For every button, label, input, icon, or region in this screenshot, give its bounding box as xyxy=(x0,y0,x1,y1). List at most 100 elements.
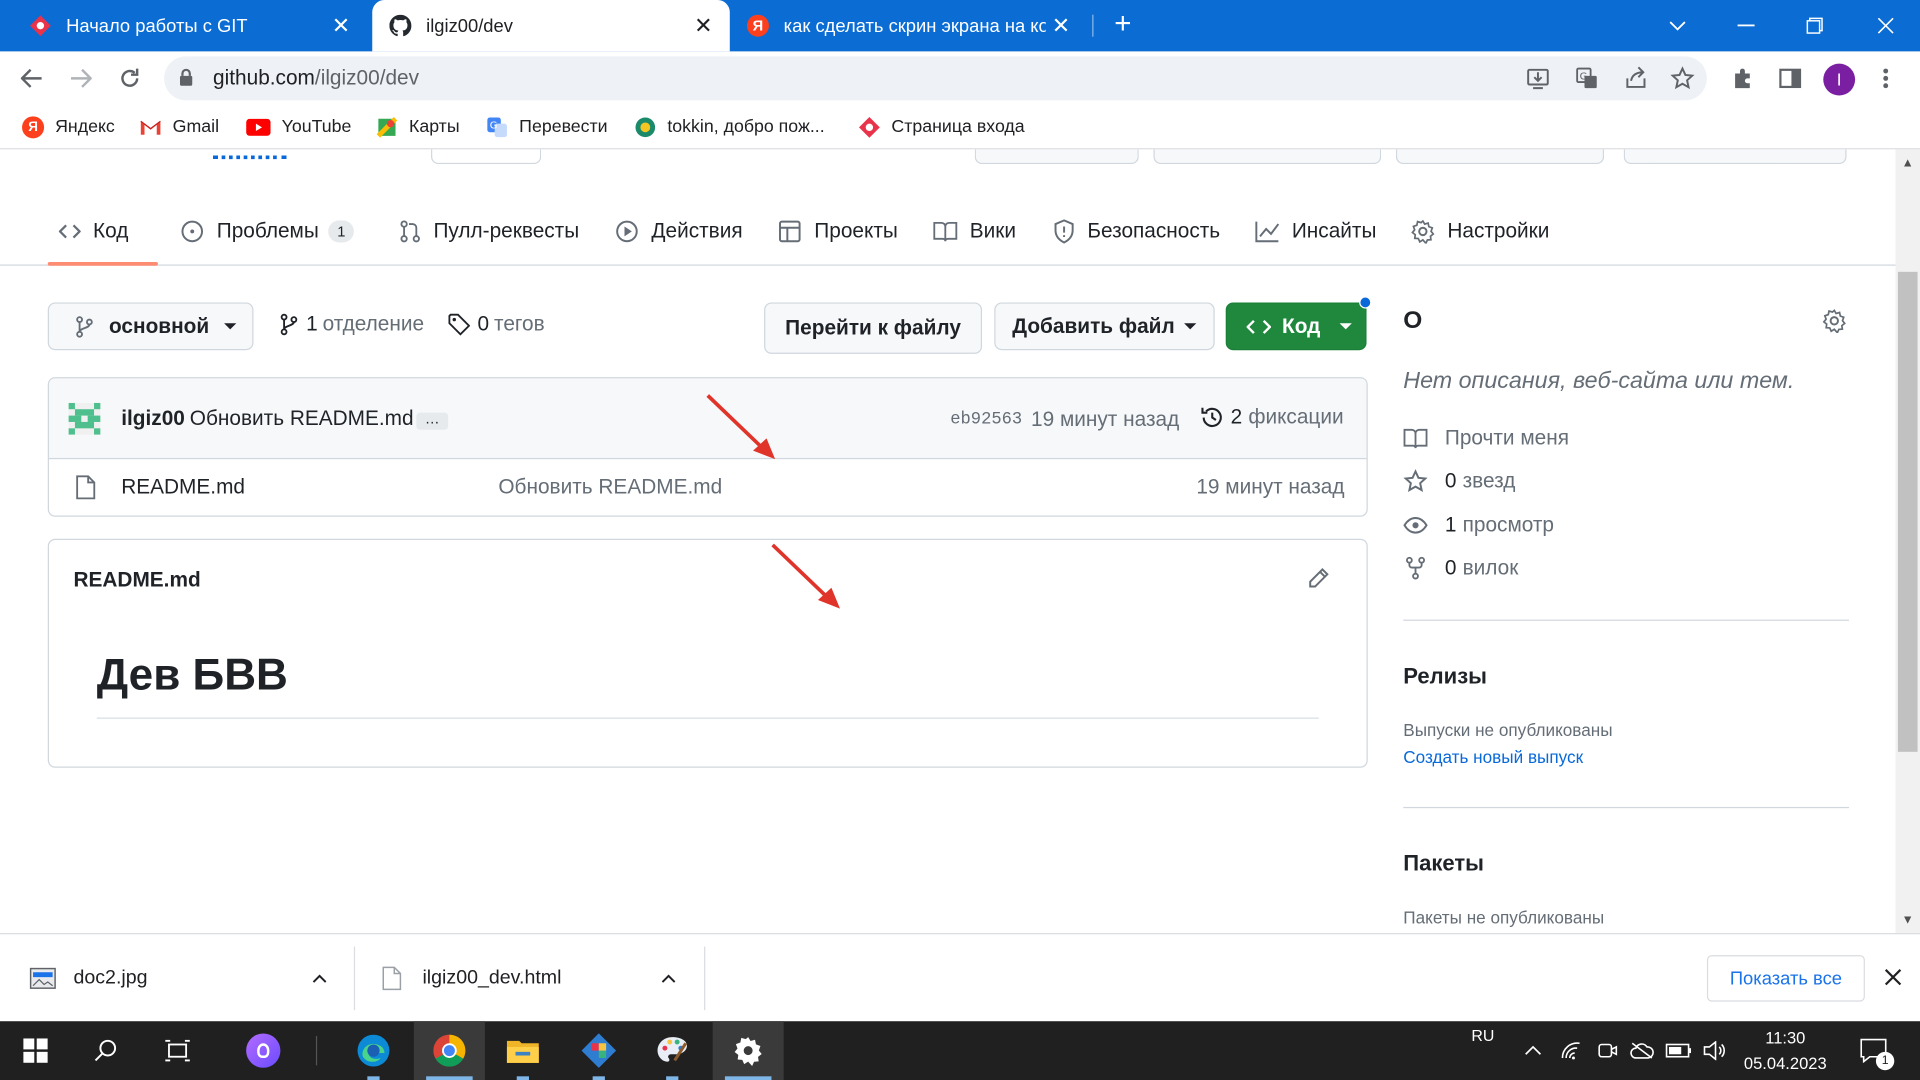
settings-button[interactable] xyxy=(712,1021,784,1080)
file-commit-message[interactable]: Обновить README.md xyxy=(498,475,722,499)
heading-divider xyxy=(96,717,1319,719)
tab-insights[interactable]: Инсайты xyxy=(1255,213,1376,250)
fork-button-fragment[interactable] xyxy=(1395,149,1605,165)
start-button[interactable] xyxy=(0,1021,71,1080)
add-file-button[interactable]: Добавить файл xyxy=(994,302,1215,351)
tab-pull-requests[interactable]: Пулл-реквесты xyxy=(399,213,579,250)
branch-selector[interactable]: основной xyxy=(47,302,254,351)
code-button[interactable]: Код xyxy=(1225,302,1367,351)
close-download-bar-icon[interactable] xyxy=(1884,969,1902,992)
download-item[interactable]: doc2.jpg xyxy=(29,934,335,1022)
page-scrollbar[interactable]: ▲ ▼ xyxy=(1895,149,1920,934)
edge-button[interactable] xyxy=(338,1021,409,1080)
tab-settings[interactable]: Настройки xyxy=(1411,213,1549,250)
readme-filename[interactable]: README.md xyxy=(73,568,200,592)
chrome-button[interactable] xyxy=(413,1021,485,1080)
cloud-icon[interactable] xyxy=(1626,1021,1658,1080)
show-all-downloads-button[interactable]: Показать все xyxy=(1706,955,1865,1002)
avatar[interactable] xyxy=(68,402,101,435)
minimize-icon[interactable] xyxy=(1712,0,1781,51)
pin-button-fragment[interactable] xyxy=(974,149,1139,165)
forward-button[interactable] xyxy=(64,61,98,95)
close-icon[interactable]: ✕ xyxy=(1052,13,1070,37)
tags-link[interactable]: 0 тегов xyxy=(448,312,545,336)
tab-issues[interactable]: Проблемы 1 xyxy=(180,213,354,250)
image-file-icon xyxy=(29,967,56,989)
back-button[interactable] xyxy=(15,61,49,95)
bookmark-tokkin[interactable]: tokkin, добро пож... xyxy=(634,115,825,139)
install-app-icon[interactable] xyxy=(1523,64,1552,93)
bookmark-gmail[interactable]: Gmail xyxy=(140,115,219,139)
readme-link[interactable]: Прочти меня xyxy=(1403,426,1569,450)
repo-name-fragment xyxy=(213,149,287,160)
tab-git-guide[interactable]: Начало работы с GIT ✕ xyxy=(0,0,367,51)
close-icon[interactable]: ✕ xyxy=(332,13,350,37)
lock-icon[interactable] xyxy=(179,68,194,93)
stars-link[interactable]: 0 звезд xyxy=(1403,469,1515,493)
url-text: github.com/ilgiz00/dev xyxy=(213,66,420,90)
address-bar[interactable]: github.com/ilgiz00/dev G xyxy=(164,56,1707,101)
translate-page-icon[interactable]: G xyxy=(1572,64,1601,93)
watch-button-fragment[interactable] xyxy=(1153,149,1382,165)
battery-icon[interactable] xyxy=(1663,1021,1695,1080)
input-language[interactable]: RU xyxy=(1464,1021,1501,1080)
volume-icon[interactable] xyxy=(1700,1021,1732,1080)
bookmark-star-icon[interactable] xyxy=(1668,64,1697,93)
tab-wiki[interactable]: Вики xyxy=(933,213,1016,250)
about-settings-gear-icon[interactable] xyxy=(1822,309,1846,340)
tab-code[interactable]: Код xyxy=(58,213,128,250)
edit-pencil-icon[interactable] xyxy=(1308,567,1330,595)
close-window-icon[interactable] xyxy=(1851,0,1920,51)
packages-title[interactable]: Пакеты xyxy=(1403,851,1484,877)
git-app-button[interactable] xyxy=(563,1021,634,1080)
tab-security[interactable]: Безопасность xyxy=(1053,213,1220,250)
clock[interactable]: 11:30 05.04.2023 xyxy=(1736,1024,1834,1078)
commit-author[interactable]: ilgiz00 xyxy=(121,407,185,431)
commit-expand-button[interactable]: … xyxy=(416,411,449,430)
share-icon[interactable] xyxy=(1621,64,1650,93)
create-release-link[interactable]: Создать новый выпуск xyxy=(1403,747,1583,767)
network-icon[interactable] xyxy=(1555,1021,1587,1080)
bookmark-login-page[interactable]: Страница входа xyxy=(858,115,1025,139)
close-icon[interactable]: ✕ xyxy=(694,13,712,37)
reload-button[interactable] xyxy=(113,61,147,95)
scrollbar-thumb[interactable] xyxy=(1897,271,1918,752)
releases-title[interactable]: Релизы xyxy=(1403,664,1487,690)
alice-assistant-button[interactable] xyxy=(228,1021,299,1080)
search-button[interactable] xyxy=(71,1021,142,1080)
tab-yandex-search[interactable]: Я как сделать скрин экрана на ко... ✕ xyxy=(732,0,1087,51)
profile-avatar[interactable]: I xyxy=(1823,63,1856,96)
meet-now-icon[interactable] xyxy=(1592,1021,1624,1080)
forks-link[interactable]: 0 вилок xyxy=(1403,556,1518,580)
branches-link[interactable]: 1 отделение xyxy=(279,312,424,336)
star-button-fragment[interactable] xyxy=(1623,149,1847,165)
scroll-up-icon[interactable]: ▲ xyxy=(1902,157,1914,170)
go-to-file-button[interactable]: Перейти к файлу xyxy=(764,302,983,354)
file-explorer-button[interactable] xyxy=(487,1021,558,1080)
tray-overflow-icon[interactable] xyxy=(1518,1021,1547,1080)
extensions-icon[interactable] xyxy=(1728,64,1757,93)
menu-kebab-icon[interactable] xyxy=(1871,64,1900,93)
notification-center-icon[interactable]: 1 xyxy=(1851,1021,1895,1080)
scroll-down-icon[interactable]: ▼ xyxy=(1902,913,1914,926)
file-row[interactable]: README.md Обновить README.md 19 минут на… xyxy=(49,459,1367,515)
tab-github-repo[interactable]: ilgiz00/dev ✕ xyxy=(372,0,730,52)
bookmark-youtube[interactable]: YouTube xyxy=(246,115,351,139)
task-view-button[interactable] xyxy=(142,1021,213,1080)
tab-projects[interactable]: Проекты xyxy=(778,213,898,250)
commits-history-link[interactable]: 2 фиксации xyxy=(1200,405,1344,429)
commit-sha[interactable]: eb92563 xyxy=(950,410,1022,430)
tab-actions[interactable]: Действия xyxy=(615,213,743,250)
bookmark-yandex[interactable]: Я Яндекс xyxy=(22,115,115,139)
restore-icon[interactable] xyxy=(1780,0,1849,51)
new-tab-button[interactable]: + xyxy=(1107,9,1139,42)
bookmark-translate[interactable]: G Перевести xyxy=(486,115,608,139)
download-item[interactable]: ilgiz00_dev.html xyxy=(382,934,688,1022)
side-panel-icon[interactable] xyxy=(1776,64,1805,93)
watchers-link[interactable]: 1 просмотр xyxy=(1403,513,1554,537)
tab-search-icon[interactable] xyxy=(1643,0,1712,51)
bookmark-maps[interactable]: Карты xyxy=(376,115,460,139)
paint-button[interactable] xyxy=(637,1021,708,1080)
file-name[interactable]: README.md xyxy=(121,475,245,499)
commit-message[interactable]: Обновить README.md xyxy=(190,407,414,431)
